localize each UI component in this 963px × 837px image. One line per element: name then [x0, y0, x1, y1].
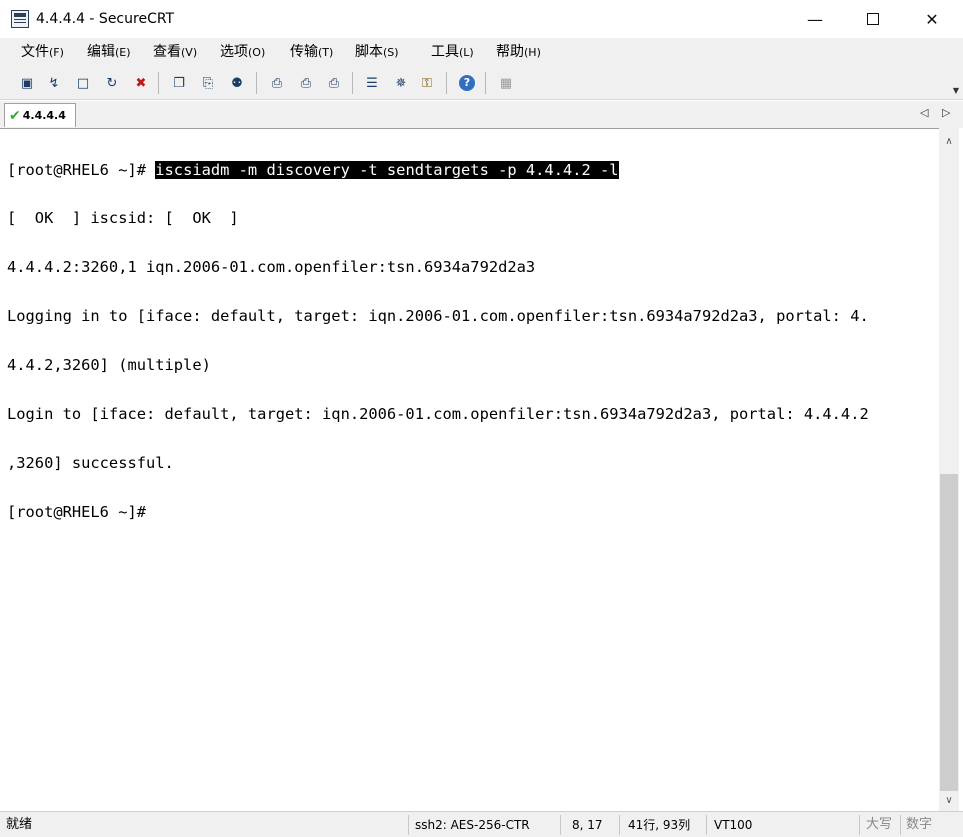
menu-tools[interactable]: 工具(L) [431, 43, 474, 62]
status-cipher: ssh2: AES-256-CTR [415, 818, 530, 832]
session-options-icon[interactable]: ☰ [362, 73, 382, 93]
status-caps-lock: 大写 [866, 817, 893, 832]
status-separator [408, 815, 409, 835]
minimize-icon: — [807, 9, 823, 29]
connect-in-tab-icon[interactable]: □ [73, 73, 93, 93]
status-separator [706, 815, 707, 835]
toolbar-separator [446, 72, 447, 94]
status-separator [619, 815, 620, 835]
tab-scroll-left-icon[interactable]: ◁ [920, 106, 928, 119]
copy-icon[interactable]: ❐ [169, 73, 189, 93]
global-options-icon[interactable]: ✵ [391, 73, 411, 93]
menu-file[interactable]: 文件(F) [21, 43, 64, 62]
menu-script[interactable]: 脚本(S) [355, 43, 399, 62]
status-separator [560, 815, 561, 835]
terminal-line: 4.4.2,3260] (multiple) [7, 356, 211, 375]
terminal-line: [root@RHEL6 ~]# [7, 502, 146, 521]
maximize-icon [867, 13, 879, 25]
print-icon[interactable]: ⎙ [267, 73, 287, 93]
prompt: [root@RHEL6 ~]# [7, 160, 156, 179]
log-session-icon[interactable]: ▦ [496, 73, 516, 93]
securecrt-app-icon[interactable] [11, 10, 29, 28]
status-separator [859, 815, 860, 835]
terminal-line: Logging in to [iface: default, target: i… [7, 307, 869, 326]
find-icon[interactable]: ⚉ [227, 73, 247, 93]
menu-help[interactable]: 帮助(H) [496, 43, 541, 62]
toolbar-separator [158, 72, 159, 94]
scrollbar-thumb[interactable] [940, 474, 958, 791]
close-button[interactable]: ✕ [909, 0, 955, 38]
vertical-scrollbar[interactable]: ∧ ∨ [939, 128, 959, 811]
help-icon[interactable]: ? [457, 73, 477, 93]
menu-view[interactable]: 查看(V) [153, 43, 197, 62]
key-icon[interactable]: ⚿ [417, 73, 437, 93]
status-num-lock: 数字 [906, 817, 933, 832]
terminal-line: [ OK ] iscsid: [ OK ] [7, 209, 239, 228]
close-icon: ✕ [925, 9, 939, 29]
connected-check-icon: ✔ [9, 107, 21, 124]
title-bar: 4.4.4.4 - SecureCRT — ✕ [0, 0, 963, 38]
menu-options[interactable]: 选项(O) [220, 43, 265, 62]
toolbar-separator [352, 72, 353, 94]
status-separator [900, 815, 901, 835]
maximize-button[interactable] [850, 0, 896, 38]
toolbar: ▣ ↯ □ ↻ ✖ ❐ ⎘ ⚉ ⎙ ⎙ ⎙ ☰ ✵ ⚿ ? ▦ ▼ [0, 66, 963, 100]
paste-icon[interactable]: ⎘ [198, 73, 218, 93]
status-bar: 就绪 ssh2: AES-256-CTR 8, 17 41行, 93列 VT10… [0, 811, 963, 837]
menu-edit[interactable]: 编辑(E) [87, 43, 131, 62]
status-emulation: VT100 [714, 818, 753, 832]
tab-label: 4.4.4.4 [22, 109, 66, 122]
status-cursor-position: 8, 17 [572, 818, 603, 832]
menu-bar: 文件(F) 编辑(E) 查看(V) 选项(O) 传输(T) 脚本(S) 工具(L… [0, 38, 963, 66]
minimize-button[interactable]: — [792, 0, 838, 38]
connect-icon[interactable]: ▣ [17, 73, 37, 93]
scroll-up-icon[interactable]: ∧ [939, 132, 959, 150]
tab-scroll-right-icon[interactable]: ▷ [942, 106, 950, 119]
window-title: 4.4.4.4 - SecureCRT [36, 11, 175, 27]
session-tab-bar: ✔ 4.4.4.4 ◁ ▷ [0, 101, 963, 128]
menu-transfer[interactable]: 传输(T) [290, 43, 333, 62]
quick-connect-icon[interactable]: ↯ [44, 73, 64, 93]
terminal-line: Login to [iface: default, target: iqn.20… [7, 405, 869, 424]
toolbar-separator [485, 72, 486, 94]
status-ready: 就绪 [6, 817, 33, 832]
print-selection-icon[interactable]: ⎙ [296, 73, 316, 93]
toolbar-overflow-icon[interactable]: ▼ [953, 86, 959, 95]
printer-icon[interactable]: ⎙ [324, 73, 344, 93]
selected-command: iscsiadm -m discovery -t sendtargets -p … [155, 160, 619, 179]
scroll-down-icon[interactable]: ∨ [939, 791, 959, 809]
disconnect-icon[interactable]: ✖ [131, 73, 151, 93]
terminal-line: [root@RHEL6 ~]# iscsiadm -m discovery -t… [7, 160, 869, 179]
status-terminal-size: 41行, 93列 [628, 818, 691, 832]
toolbar-separator [256, 72, 257, 94]
terminal-line: 4.4.4.2:3260,1 iqn.2006-01.com.openfiler… [7, 258, 536, 277]
terminal-line: ,3260] successful. [7, 453, 174, 472]
terminal-view[interactable]: [root@RHEL6 ~]# iscsiadm -m discovery -t… [0, 128, 939, 811]
reconnect-icon[interactable]: ↻ [102, 73, 122, 93]
tab-session[interactable]: ✔ 4.4.4.4 [4, 103, 76, 127]
